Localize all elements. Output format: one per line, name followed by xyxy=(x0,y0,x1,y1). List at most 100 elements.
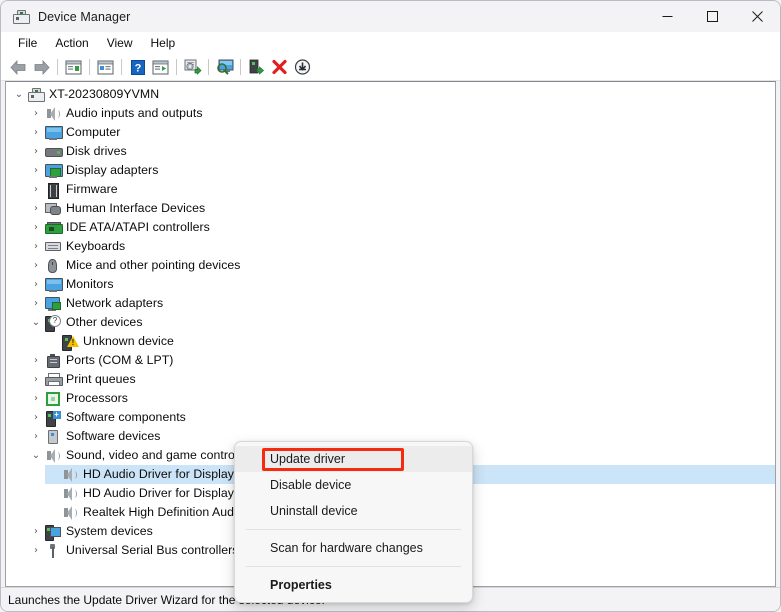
tree-row-label: Universal Serial Bus controllers xyxy=(66,541,238,560)
chevron-right-icon[interactable]: › xyxy=(28,180,44,199)
menu-bar: File Action View Help xyxy=(1,32,780,54)
tree-row-label: Audio inputs and outputs xyxy=(66,104,203,123)
display-adapter-icon xyxy=(44,162,61,179)
toolbar-separator xyxy=(240,59,241,75)
context-menu-item-label: Uninstall device xyxy=(270,504,358,518)
tree-row-root[interactable]: ⌄ XT-20230809YVMN xyxy=(6,85,775,104)
ctx-disable-device[interactable]: Disable device xyxy=(235,472,472,498)
tree-row-label: Monitors xyxy=(66,275,114,294)
chevron-right-icon[interactable]: › xyxy=(28,541,44,560)
scan-for-hardware-changes-icon[interactable] xyxy=(213,56,236,78)
menu-action[interactable]: Action xyxy=(46,34,97,52)
close-button[interactable] xyxy=(735,1,780,32)
tree-row-label: HD Audio Driver for Display , xyxy=(83,465,241,484)
tree-row[interactable]: › Display adapters xyxy=(6,161,775,180)
enable-device-icon[interactable] xyxy=(245,56,268,78)
speaker-icon xyxy=(44,105,61,122)
tree-row-label: XT-20230809YVMN xyxy=(49,85,159,104)
context-menu-item-label: Properties xyxy=(270,578,332,592)
download-icon[interactable] xyxy=(291,56,314,78)
printer-icon xyxy=(44,371,61,388)
menu-help[interactable]: Help xyxy=(142,34,185,52)
window-controls xyxy=(645,1,780,32)
tree-row-label: Computer xyxy=(66,123,120,142)
chevron-right-icon[interactable]: › xyxy=(28,370,44,389)
context-menu-item-label: Update driver xyxy=(270,452,345,466)
chevron-right-icon[interactable]: › xyxy=(28,275,44,294)
tree-row[interactable]: Unknown device xyxy=(6,332,775,351)
chevron-right-icon[interactable]: › xyxy=(28,427,44,446)
chevron-right-icon[interactable]: › xyxy=(28,104,44,123)
tree-row[interactable]: ›Print queues xyxy=(6,370,775,389)
chevron-right-icon[interactable]: › xyxy=(28,522,44,541)
chevron-right-icon[interactable]: › xyxy=(28,237,44,256)
chevron-down-icon[interactable]: ⌄ xyxy=(11,85,27,104)
tree-row-label: Display adapters xyxy=(66,161,158,180)
chevron-right-icon[interactable]: › xyxy=(28,161,44,180)
menu-view[interactable]: View xyxy=(98,34,142,52)
chevron-right-icon[interactable]: › xyxy=(28,256,44,275)
tree-row[interactable]: ›+Software components xyxy=(6,408,775,427)
properties-icon[interactable] xyxy=(94,56,117,78)
tree-row[interactable]: ›Firmware xyxy=(6,180,775,199)
monitor-icon xyxy=(44,124,61,141)
forward-arrow-icon[interactable] xyxy=(30,56,53,78)
tree-row[interactable]: ›Human Interface Devices xyxy=(6,199,775,218)
chevron-right-icon[interactable]: › xyxy=(28,294,44,313)
chevron-right-icon[interactable]: › xyxy=(28,199,44,218)
system-device-icon xyxy=(44,523,61,540)
tree-row[interactable]: ›IDE ATA/ATAPI controllers xyxy=(6,218,775,237)
screenshot-root: Device Manager File Action View Help xyxy=(0,0,781,612)
update-driver-icon[interactable] xyxy=(181,56,204,78)
chevron-down-icon[interactable]: ⌄ xyxy=(28,313,44,332)
chevron-right-icon[interactable]: › xyxy=(28,351,44,370)
tree-row[interactable]: › Ports (COM & LPT) xyxy=(6,351,775,370)
tree-row[interactable]: › Audio inputs and outputs xyxy=(6,104,775,123)
toolbar-separator xyxy=(89,59,90,75)
network-adapter-icon xyxy=(44,295,61,312)
ctx-update-driver[interactable]: Update driver xyxy=(235,446,472,472)
uninstall-device-icon[interactable] xyxy=(268,56,291,78)
tree-row[interactable]: ›Network adapters xyxy=(6,294,775,313)
show-hide-console-tree-icon[interactable] xyxy=(62,56,85,78)
tree-row[interactable]: ›Keyboards xyxy=(6,237,775,256)
keyboard-icon xyxy=(44,238,61,255)
chevron-right-icon[interactable]: › xyxy=(28,123,44,142)
context-menu[interactable]: Update driver Disable device Uninstall dev… xyxy=(234,441,473,603)
toolbar-separator xyxy=(57,59,58,75)
tree-row[interactable]: › Computer xyxy=(6,123,775,142)
chevron-right-icon[interactable]: › xyxy=(28,218,44,237)
tree-row-label: Mice and other pointing devices xyxy=(66,256,241,275)
tree-twisty-placeholder xyxy=(45,332,61,351)
minimize-button[interactable] xyxy=(645,1,690,32)
back-arrow-icon[interactable] xyxy=(7,56,30,78)
chevron-right-icon[interactable]: › xyxy=(28,142,44,161)
chevron-down-icon[interactable]: ⌄ xyxy=(28,446,44,465)
ctx-properties[interactable]: Properties xyxy=(235,572,472,598)
ctx-scan-hardware-changes[interactable]: Scan for hardware changes xyxy=(235,535,472,561)
tree-row[interactable]: ›Processors xyxy=(6,389,775,408)
tree-row[interactable]: › Monitors xyxy=(6,275,775,294)
ctx-uninstall-device[interactable]: Uninstall device xyxy=(235,498,472,524)
tree-row[interactable]: ⌄?Other devices xyxy=(6,313,775,332)
help-icon[interactable]: ? xyxy=(126,56,149,78)
svg-text:?: ? xyxy=(134,62,141,74)
usb-icon xyxy=(44,542,61,559)
action-menu-icon[interactable] xyxy=(149,56,172,78)
tree-twisty-placeholder xyxy=(45,484,61,503)
context-menu-item-label: Scan for hardware changes xyxy=(270,541,423,555)
chevron-right-icon[interactable]: › xyxy=(28,408,44,427)
context-menu-separator xyxy=(246,529,461,530)
tree-row-label: Software devices xyxy=(66,427,160,446)
tree-row[interactable]: › Mice and other pointing devices xyxy=(6,256,775,275)
other-devices-icon: ? xyxy=(44,314,61,331)
menu-file[interactable]: File xyxy=(9,34,46,52)
unknown-device-warning-icon xyxy=(61,333,78,350)
maximize-button[interactable] xyxy=(690,1,735,32)
tree-row-label: Software components xyxy=(66,408,186,427)
tree-row-label: Ports (COM & LPT) xyxy=(66,351,173,370)
tree-row[interactable]: ›Disk drives xyxy=(6,142,775,161)
tree-row-label: Sound, video and game controllers xyxy=(66,446,258,465)
chevron-right-icon[interactable]: › xyxy=(28,389,44,408)
software-device-icon xyxy=(44,428,61,445)
